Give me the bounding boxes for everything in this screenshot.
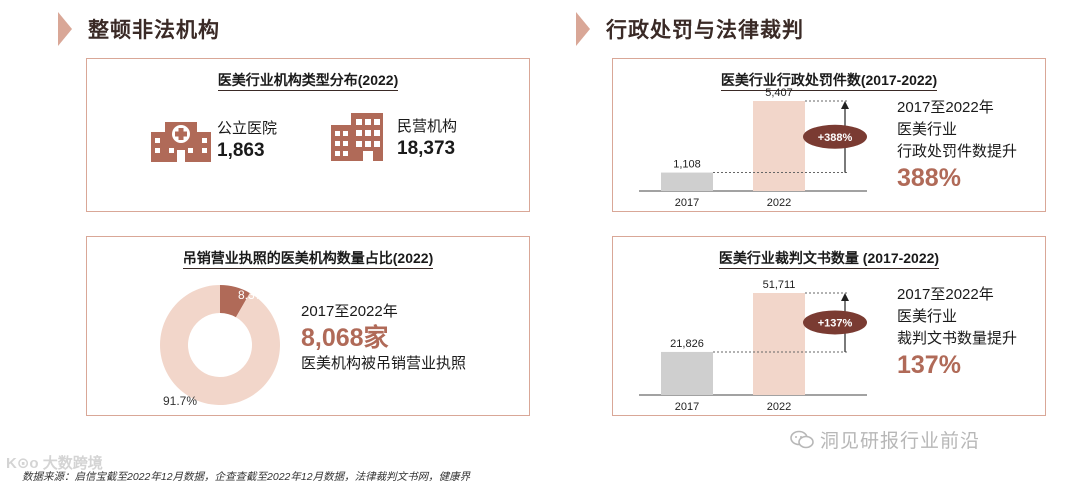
section-header-left: 整顿非法机构	[58, 12, 220, 46]
value-label: 1,108	[673, 159, 701, 171]
wechat-watermark: 洞见研报行业前沿	[790, 426, 980, 453]
penalty-period: 2017至2022年	[897, 99, 994, 116]
public-hospital-label: 公立医院	[217, 120, 278, 137]
growth-badge-label: +137%	[818, 317, 853, 329]
penalty-industry: 医美行业	[897, 121, 958, 138]
value-label: 21,826	[670, 338, 704, 350]
donut-label-large: 91.7%	[163, 394, 197, 408]
judgment-bar-chart: 21,826 2017 51,711 2022 +137%	[639, 279, 867, 413]
private-institution-label: 民营机构	[397, 117, 458, 135]
public-hospital-stat: 公立医院 1,863	[151, 117, 277, 162]
value-label: 5,407	[765, 87, 793, 99]
bar-2017	[661, 172, 713, 191]
building-icon	[331, 113, 383, 161]
hospital-icon	[151, 121, 211, 162]
public-hospital-value: 1,863	[217, 140, 265, 161]
wechat-icon	[790, 430, 814, 448]
judgment-industry: 医美行业	[897, 308, 958, 325]
section-title: 行政处罚与法律裁判	[606, 19, 804, 42]
penalty-panel: 医美行业行政处罚件数(2017-2022) 1,108 2017 5,407 2022…	[612, 58, 1046, 212]
penalty-growth: 388%	[897, 164, 961, 192]
private-institution-value: 18,373	[397, 137, 456, 159]
triangle-marker-icon	[58, 12, 72, 46]
data-source-note: 数据来源：启信宝截至2022年12月数据，企查查截至2022年12月数据，法律裁…	[22, 471, 471, 483]
revoked-period: 2017至2022年	[301, 303, 398, 320]
judgment-period: 2017至2022年	[897, 286, 994, 303]
section-title: 整顿非法机构	[88, 19, 220, 42]
arrow-up-icon	[841, 293, 849, 301]
donut-label-small: 8.3%	[238, 288, 266, 302]
category-label: 2017	[675, 197, 699, 209]
institution-distribution-panel: 医美行业机构类型分布(2022) 公立医院 1,863 民营机构 18,373	[86, 58, 530, 212]
revoked-license-panel: 吊销营业执照的医美机构数量占比(2022) 8.3% 91.7% 2017至202…	[86, 236, 530, 416]
bar-2017	[661, 351, 713, 395]
panel-title: 医美行业机构类型分布(2022)	[217, 72, 399, 91]
bar-2022	[753, 293, 805, 395]
section-header-right: 行政处罚与法律裁判	[576, 12, 804, 46]
donut-slice	[160, 285, 280, 405]
private-institution-stat: 民营机构 18,373	[331, 113, 457, 161]
watermark-text: 洞见研报行业前沿	[820, 431, 981, 452]
judgment-panel: 医美行业裁判文书数量 (2017-2022) 21,826 2017 51,711 2…	[612, 236, 1046, 416]
growth-badge-label: +388%	[818, 132, 853, 144]
bar-2022	[753, 101, 805, 191]
judgment-desc: 裁判文书数量提升	[897, 330, 1018, 347]
category-label: 2017	[675, 401, 699, 413]
judgment-growth: 137%	[897, 351, 961, 379]
revoked-count: 8,068家	[301, 324, 389, 352]
arrow-up-icon	[841, 101, 849, 109]
penalty-bar-chart: 1,108 2017 5,407 2022 +388%	[639, 87, 867, 209]
value-label: 51,711	[763, 279, 796, 291]
category-label: 2022	[767, 401, 791, 413]
triangle-marker-icon	[576, 12, 590, 46]
revoked-desc: 医美机构被吊销营业执照	[301, 355, 467, 372]
penalty-desc: 行政处罚件数提升	[897, 143, 1018, 160]
revoked-donut-chart: 8.3% 91.7%	[160, 285, 280, 408]
category-label: 2022	[767, 197, 791, 209]
